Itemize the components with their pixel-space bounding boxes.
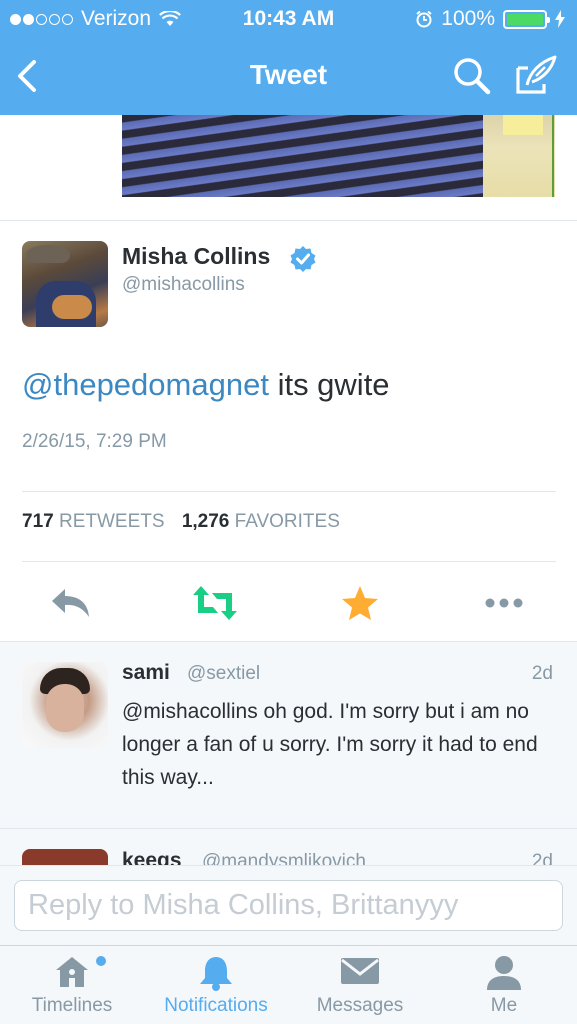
author-avatar[interactable] [22,241,108,327]
reply-input[interactable] [14,880,563,931]
tweet-detail-content: Misha Collins @mishacollins @thepedomagn… [0,115,577,865]
divider [22,491,556,492]
reply-item[interactable]: keegs @mandysmlikovich 2d [0,829,577,865]
compose-tweet-icon[interactable] [514,54,558,96]
retweet-icon[interactable] [192,583,238,623]
status-right: 100% [415,7,565,31]
previous-tweet-photo[interactable] [122,115,555,197]
person-icon [487,956,521,990]
favorites-stat[interactable]: 1,276 FAVORITES [182,511,340,532]
tweet-timestamp: 2/26/15, 7:29 PM [22,431,167,452]
unread-dot [96,956,106,966]
reply-author-handle[interactable]: @sextiel [187,663,260,685]
tab-label: Timelines [31,995,113,1016]
more-dots-icon[interactable] [481,583,527,623]
reply-composer [0,865,577,945]
envelope-icon [341,958,379,984]
tweet-actions [0,561,577,641]
retweets-stat[interactable]: 717 RETWEETS [22,511,165,532]
replies-list: sami @sextiel 2d @mishacollins oh god. I… [0,641,577,865]
mention-link[interactable]: @thepedomagnet [22,367,269,402]
bell-icon [200,957,232,991]
search-icon[interactable] [452,56,492,96]
reply-item[interactable]: sami @sextiel 2d @mishacollins oh god. I… [0,641,577,829]
author-name[interactable]: Misha Collins [122,243,270,270]
tab-bar: Timelines Notifications Messages Me [0,945,577,1024]
reply-avatar[interactable] [22,662,108,748]
tab-label: Me [490,995,518,1016]
tab-label: Notifications [164,995,268,1016]
reply-author-handle[interactable]: @mandysmlikovich [202,851,366,865]
battery-icon [503,9,550,29]
author-handle[interactable]: @mishacollins [122,274,245,296]
reply-avatar[interactable] [22,849,108,865]
tab-label: Messages [316,995,404,1016]
reply-time: 2d [531,663,553,684]
status-bar: Verizon 10:43 AM 100% [0,0,577,38]
home-icon [56,957,88,987]
tab-messages[interactable]: Messages [288,946,432,1024]
main-tweet: Misha Collins @mishacollins @thepedomagn… [0,221,577,641]
charging-bolt-icon [555,10,565,28]
favorite-star-icon[interactable] [337,583,383,623]
battery-percent: 100% [441,7,495,30]
tab-me[interactable]: Me [432,946,576,1024]
reply-text: @mishacollins oh god. I'm sorry but i am… [122,700,538,789]
verified-badge-icon [290,246,316,272]
reply-time: 2d [531,851,553,865]
tab-notifications[interactable]: Notifications [144,946,288,1024]
top-bar: Verizon 10:43 AM 100% Tweet [0,0,577,115]
tweet-text: @thepedomagnet its gwite [22,367,390,403]
nav-bar: Tweet [0,38,577,115]
reply-icon[interactable] [49,583,95,623]
tab-timelines[interactable]: Timelines [0,946,144,1024]
tweet-stats: 717 RETWEETS 1,276 FAVORITES [22,511,340,533]
tweet-body: its gwite [277,367,390,402]
reply-author-name[interactable]: keegs [122,849,182,865]
alarm-clock-icon [416,10,432,28]
reply-author-name[interactable]: sami [122,661,170,685]
